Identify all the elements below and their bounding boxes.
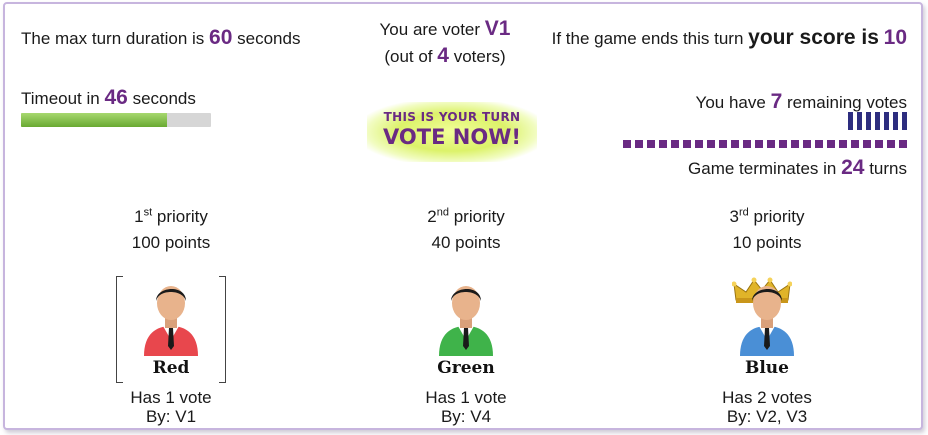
vote-count: Has 1 vote — [130, 388, 212, 407]
person-icon — [740, 286, 794, 356]
rank-number: 1 — [134, 207, 144, 226]
candidate-green[interactable]: 2nd priority 40 points Green Has 1 vote … — [366, 204, 566, 426]
turn-dot — [707, 140, 715, 148]
voted-by: By: V4 — [440, 407, 492, 426]
turn-dot — [731, 140, 739, 148]
score-bold-label: your score is — [748, 26, 879, 49]
turn-dot — [875, 140, 883, 148]
turn-dot — [623, 140, 631, 148]
voters-count: 4 — [437, 44, 449, 67]
priority-label: 1st priority — [71, 204, 271, 230]
turn-dot — [755, 140, 763, 148]
candidate-avatar[interactable]: Red — [116, 276, 226, 386]
voter-id: V1 — [484, 17, 511, 40]
remaining-label: You have — [695, 93, 766, 112]
your-turn-text: THIS IS YOUR TURN — [383, 110, 521, 124]
priority-label: 3rd priority — [667, 204, 867, 230]
turn-dot — [719, 140, 727, 148]
turn-dot — [851, 140, 859, 148]
turn-dot — [767, 140, 775, 148]
terminates-label: Game terminates in — [688, 159, 837, 178]
timeout-text: Timeout in 46 seconds — [21, 86, 196, 110]
candidate-name: Blue — [744, 358, 789, 378]
remaining-unit: remaining votes — [786, 93, 907, 112]
priority-points: 10 points — [732, 233, 802, 252]
vote-tick — [866, 112, 871, 130]
priority-points: 40 points — [431, 233, 501, 252]
voters-count-prefix: (out of — [384, 47, 433, 66]
voter-label: You are voter — [379, 20, 481, 39]
rank-number: 2 — [427, 207, 437, 226]
remaining-votes-ticks — [848, 112, 907, 130]
game-terminates: Game terminates in 24 turns — [688, 156, 907, 180]
turn-dot — [695, 140, 703, 148]
voter-info: You are voter V1 (out of 4 voters) — [345, 16, 545, 70]
remaining-votes: You have 7 remaining votes — [696, 90, 907, 114]
turn-dot — [635, 140, 643, 148]
priority-points: 100 points — [131, 233, 211, 252]
turn-dot — [887, 140, 895, 148]
timeout-progress-fill — [21, 113, 168, 127]
candidate-blue[interactable]: 3rd priority 10 points Blue Has 2 votes … — [667, 204, 867, 426]
turn-dot — [827, 140, 835, 148]
timeout-label: Timeout in — [21, 89, 100, 108]
person-icon — [439, 286, 493, 356]
turn-dot — [863, 140, 871, 148]
turn-dot — [839, 140, 847, 148]
turn-dot — [659, 140, 667, 148]
max-turn-unit: seconds — [237, 29, 301, 48]
rank-number: 3 — [729, 207, 739, 226]
rank-suffix: rd — [738, 206, 749, 219]
person-icon — [144, 286, 198, 356]
turn-dot — [899, 140, 907, 148]
voted-by: By: V2, V3 — [726, 407, 808, 426]
vote-count: Has 1 vote — [425, 388, 507, 407]
vote-count: Has 2 votes — [722, 388, 812, 407]
turn-dot — [791, 140, 799, 148]
voted-by: By: V1 — [145, 407, 197, 426]
vote-tick — [848, 112, 853, 130]
game-panel: The max turn duration is 60 seconds Time… — [3, 2, 923, 430]
max-turn-label: The max turn duration is — [21, 29, 205, 48]
candidate-red[interactable]: 1st priority 100 points Red Has 1 vote B… — [71, 204, 271, 426]
vote-tick — [857, 112, 862, 130]
turn-dot — [815, 140, 823, 148]
score-value: 10 — [883, 26, 907, 49]
max-turn-duration: The max turn duration is 60 seconds — [21, 26, 300, 50]
rank-suffix: nd — [436, 206, 449, 219]
priority-word: priority — [753, 207, 805, 226]
turn-dot — [683, 140, 691, 148]
turn-dot — [779, 140, 787, 148]
turn-dot — [671, 140, 679, 148]
vote-tick — [875, 112, 880, 130]
terminates-unit: turns — [869, 159, 907, 178]
score-label: If the game ends this turn — [551, 29, 744, 48]
max-turn-value: 60 — [209, 26, 233, 49]
your-turn-badge: THIS IS YOUR TURN VOTE NOW! — [367, 102, 537, 162]
timeout-unit: seconds — [132, 89, 196, 108]
priority-label: 2nd priority — [366, 204, 566, 230]
terminates-value: 24 — [841, 156, 865, 179]
turn-dot — [647, 140, 655, 148]
turn-dot — [743, 140, 751, 148]
rank-suffix: st — [143, 206, 153, 219]
vote-now-text: VOTE NOW! — [383, 125, 521, 149]
priority-word: priority — [453, 207, 505, 226]
vote-tick — [893, 112, 898, 130]
vote-tick — [884, 112, 889, 130]
voters-count-suffix: voters) — [453, 47, 506, 66]
timeout-value: 46 — [104, 86, 128, 109]
candidate-avatar[interactable]: Blue — [712, 276, 822, 386]
score-info: If the game ends this turn your score is… — [552, 26, 907, 50]
timeout-progress-bar — [21, 113, 211, 127]
candidate-name: Green — [437, 358, 495, 378]
remaining-turns-dots — [623, 140, 907, 148]
priority-word: priority — [156, 207, 208, 226]
candidate-name: Red — [152, 358, 190, 378]
vote-tick — [902, 112, 907, 130]
candidate-avatar[interactable]: Green — [411, 276, 521, 386]
turn-dot — [803, 140, 811, 148]
remaining-value: 7 — [770, 90, 783, 113]
